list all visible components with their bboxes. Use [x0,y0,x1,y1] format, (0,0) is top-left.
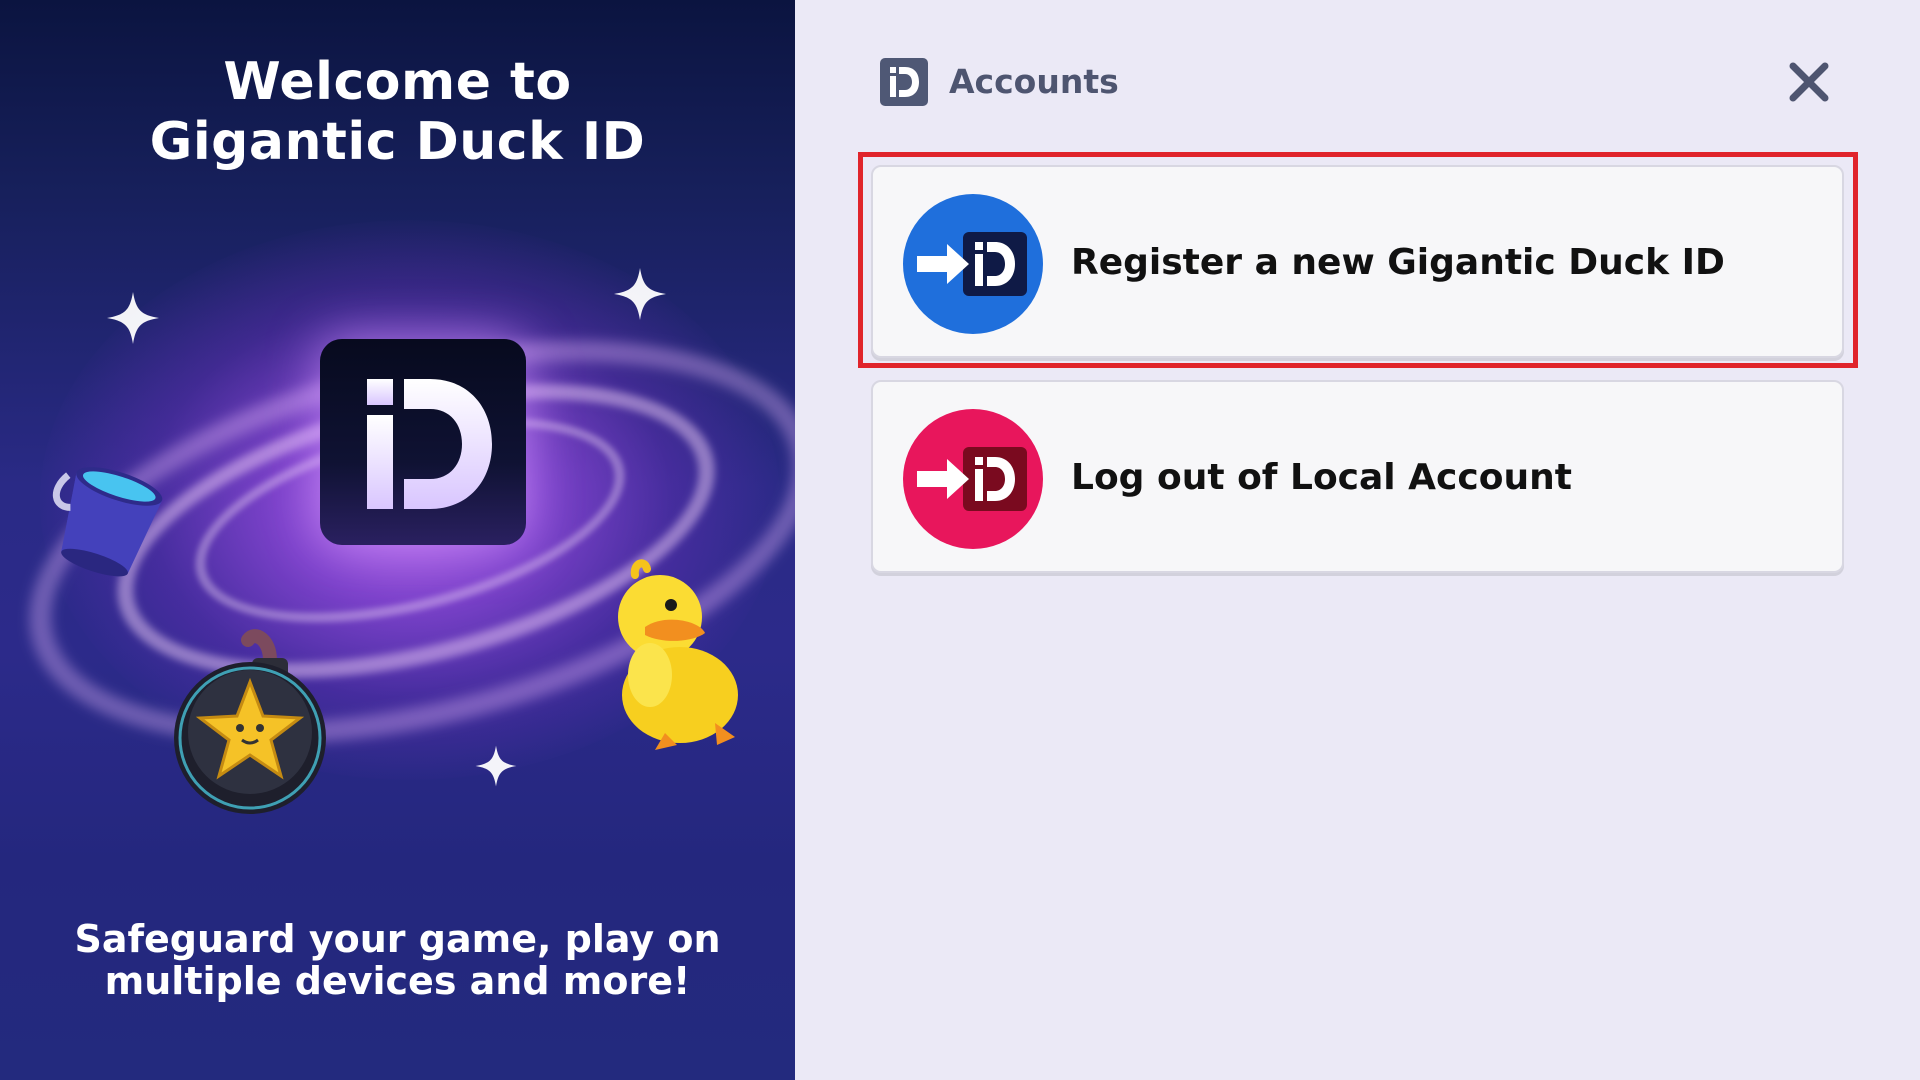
sparkle-icon [475,745,517,787]
register-new-id-button[interactable]: Register a new Gigantic Duck ID [871,165,1844,358]
welcome-title-line1: Welcome to [223,52,572,112]
register-id-icon [903,194,1043,334]
close-icon[interactable] [1785,58,1833,106]
sparkle-icon [107,292,159,344]
sparkle-icon [614,268,666,320]
bomb-star-icon [174,629,326,814]
logout-local-account-button[interactable]: Log out of Local Account [871,380,1844,573]
rubber-duck-icon [618,559,738,750]
register-new-id-label: Register a new Gigantic Duck ID [1071,242,1725,283]
welcome-title: Welcome to Gigantic Duck ID [0,52,795,172]
logout-id-icon [903,409,1043,549]
id-logo-icon [880,58,928,106]
paint-bucket-icon [52,467,163,577]
gigantic-duck-id-logo-icon [320,339,526,545]
tagline-line1: Safeguard your game, play on [74,917,721,961]
logout-local-account-label: Log out of Local Account [1071,457,1572,498]
tagline-line2: multiple devices and more! [104,959,691,1003]
header-title: Accounts [949,62,1119,101]
tagline: Safeguard your game, play on multiple de… [0,918,795,1002]
welcome-panel: Welcome to Gigantic Duck ID Safeguard yo… [0,0,795,1080]
close-button[interactable] [1785,58,1833,106]
welcome-title-line2: Gigantic Duck ID [149,112,646,172]
